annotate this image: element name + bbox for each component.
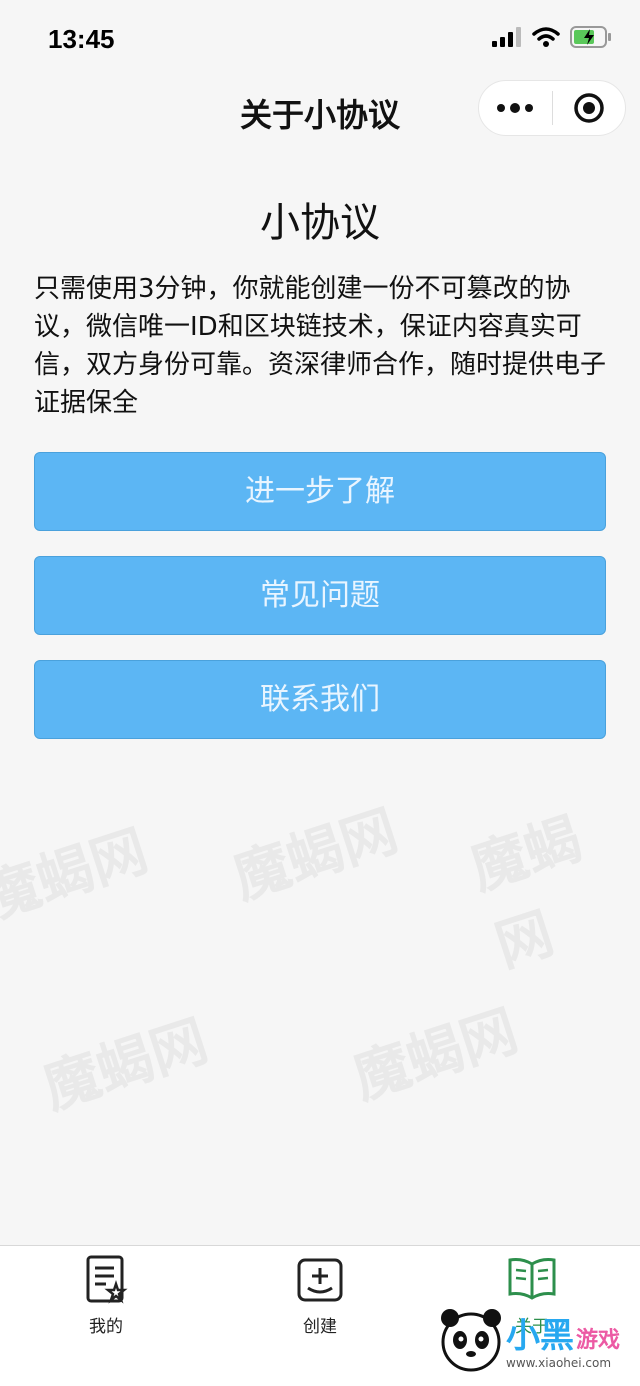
- logo-text: 小黑: [506, 1316, 574, 1356]
- watermark: 魔蝎网: [0, 818, 156, 933]
- logo-subtext: 游戏: [576, 1328, 621, 1353]
- status-icons: [492, 26, 612, 48]
- more-button[interactable]: [479, 80, 552, 136]
- status-time: 13:45: [48, 24, 115, 54]
- wifi-icon: [532, 27, 560, 47]
- target-icon: [574, 93, 604, 123]
- contact-us-button[interactable]: 联系我们: [34, 660, 606, 739]
- faq-button[interactable]: 常见问题: [34, 556, 606, 635]
- tab-label-mine: 我的: [89, 1317, 123, 1337]
- nav-bar: 关于小协议: [0, 80, 640, 142]
- panda-icon: [441, 1309, 501, 1372]
- close-button[interactable]: [553, 80, 626, 136]
- tab-label-create: 创建: [303, 1317, 337, 1337]
- tab-mine[interactable]: 我的: [46, 1254, 166, 1337]
- app-description: 只需使用3分钟，你就能创建一份不可篡改的协议，微信唯一ID和区块链技术，保证内容…: [34, 274, 607, 418]
- logo-url: www.xiaohei.com: [506, 1356, 612, 1370]
- watermark: 魔蝎网: [225, 798, 406, 913]
- watermark: 魔蝎网: [35, 1008, 216, 1123]
- learn-more-button[interactable]: 进一步了解: [34, 452, 606, 531]
- tab-bar: 我的 创建 关于 小黑 游戏 www.xiaohei.com: [0, 1245, 640, 1386]
- site-watermark-logo: 小黑 游戏 www.xiaohei.com: [436, 1302, 636, 1382]
- ellipsis-icon: [497, 103, 534, 113]
- status-bar: 13:45: [0, 0, 640, 80]
- battery-charging-icon: [570, 26, 611, 48]
- add-square-icon: [297, 1258, 343, 1302]
- app-name-heading: 小协议: [260, 200, 380, 246]
- signal-icon: [492, 27, 521, 47]
- mini-program-capsule: [478, 80, 626, 136]
- tab-create[interactable]: 创建: [260, 1254, 380, 1337]
- watermark: 魔蝎网: [462, 806, 590, 980]
- watermark: 魔蝎网: [345, 998, 526, 1113]
- document-star-icon: [86, 1255, 128, 1304]
- open-book-icon: [508, 1258, 556, 1300]
